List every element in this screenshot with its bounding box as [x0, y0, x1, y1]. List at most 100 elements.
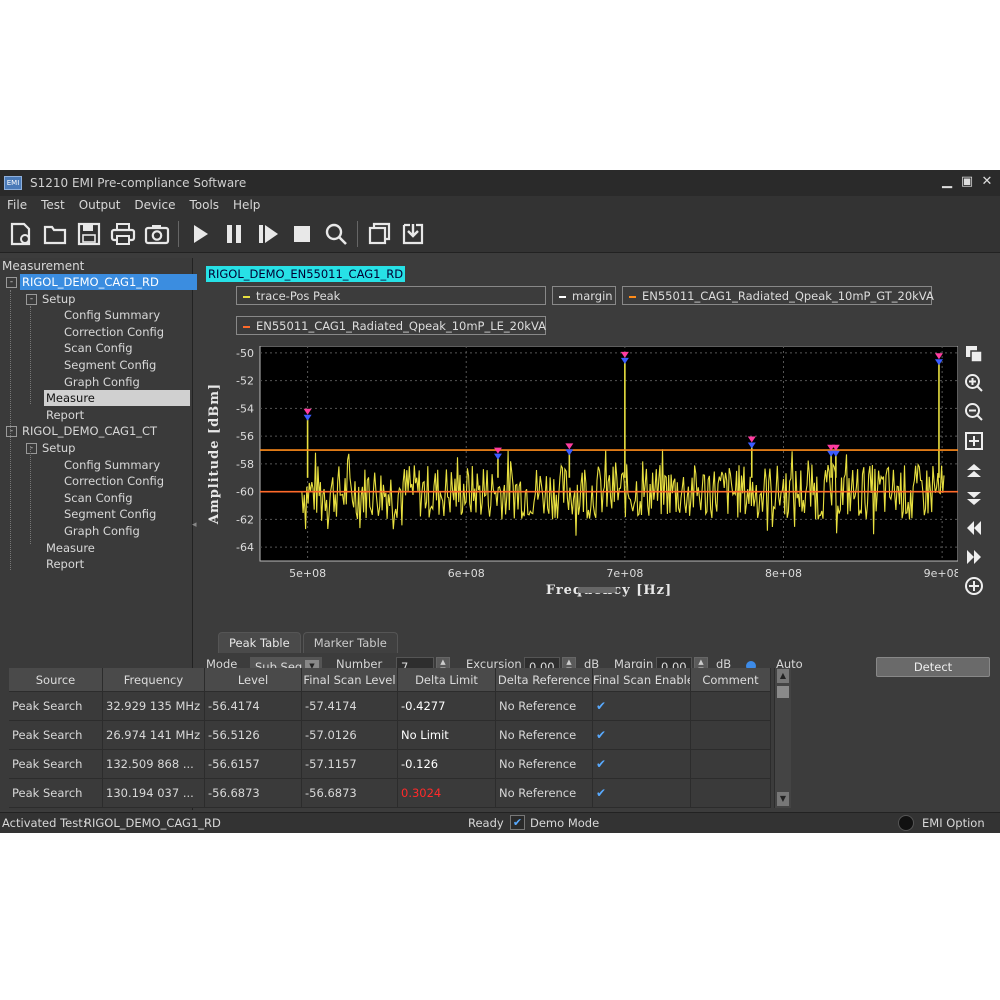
- tab-peak-table[interactable]: Peak Table: [218, 632, 301, 653]
- window-button[interactable]: [362, 218, 396, 250]
- plot-area: [259, 346, 958, 562]
- fit-button[interactable]: [964, 431, 984, 451]
- stop-icon: [294, 226, 310, 242]
- tree-item[interactable]: Segment Config: [62, 357, 158, 373]
- column-header[interactable]: Delta Limit: [398, 668, 496, 692]
- table-cell-level: -56.6157: [205, 750, 302, 779]
- tree-item[interactable]: Correction Config: [62, 324, 166, 340]
- screenshot-button[interactable]: [140, 218, 174, 250]
- legend-label: EN55011_CAG1_Radiated_Qpeak_10mP_GT_20kV…: [642, 289, 934, 303]
- tree-item[interactable]: Scan Config: [62, 490, 135, 506]
- camera-icon: [144, 225, 170, 245]
- save-button[interactable]: [72, 218, 106, 250]
- menu-tools[interactable]: Tools: [182, 196, 226, 216]
- table-cell-level: -56.4174: [205, 692, 302, 721]
- tree-item[interactable]: Report: [44, 407, 86, 423]
- tree-item[interactable]: Correction Config: [62, 473, 166, 489]
- tree-item[interactable]: Graph Config: [62, 523, 142, 539]
- export-button[interactable]: [396, 218, 430, 250]
- ready-status: Ready: [468, 816, 504, 830]
- print-button[interactable]: [106, 218, 140, 250]
- tree-item[interactable]: RIGOL_DEMO_CAG1_CT: [20, 423, 159, 439]
- printer-icon: [110, 223, 136, 245]
- tree-item[interactable]: Setup: [40, 440, 77, 456]
- minimize-icon[interactable]: ▁: [940, 174, 954, 190]
- chart-resize-handle[interactable]: [578, 587, 616, 593]
- scroll-up-button[interactable]: [964, 460, 984, 480]
- table-cell-final-scan-level: -57.1157: [302, 750, 398, 779]
- pause-button[interactable]: [217, 218, 251, 250]
- table-cell-comment: [691, 779, 771, 808]
- tree-expand-toggle[interactable]: -: [26, 293, 37, 305]
- scroll-up-arrow-icon[interactable]: ▲: [777, 669, 789, 683]
- column-header[interactable]: Comment: [691, 668, 771, 692]
- column-header[interactable]: Final Scan Enable: [593, 668, 691, 692]
- toolbar: [0, 216, 1000, 253]
- tree-item[interactable]: Config Summary: [62, 307, 162, 323]
- y-tick-label: -52: [236, 375, 254, 388]
- tree-expand-toggle[interactable]: -: [26, 443, 37, 454]
- copy-icon: [966, 346, 983, 363]
- open-button[interactable]: [38, 218, 72, 250]
- window-icon: [368, 222, 391, 245]
- app-window: EMI S1210 EMI Pre-compliance Software ▁ …: [0, 170, 1000, 833]
- column-header[interactable]: Final Scan Level: [302, 668, 398, 692]
- menu-device[interactable]: Device: [127, 196, 182, 216]
- scroll-left-button[interactable]: [964, 518, 984, 538]
- demo-mode-checkbox[interactable]: ✔: [510, 815, 525, 830]
- step-button[interactable]: [251, 218, 285, 250]
- tree-item[interactable]: Measure: [44, 390, 190, 407]
- table-scrollbar[interactable]: ▲ ▼: [774, 668, 791, 808]
- stop-button[interactable]: [285, 218, 319, 250]
- play-icon: [194, 225, 208, 243]
- table-cell-enable[interactable]: ✔: [593, 692, 691, 721]
- table-cell-enable[interactable]: ✔: [593, 721, 691, 750]
- zoom-in-button[interactable]: [964, 373, 984, 393]
- tree-item[interactable]: Graph Config: [62, 374, 142, 390]
- menu-test[interactable]: Test: [34, 196, 72, 216]
- scroll-down-arrow-icon[interactable]: ▼: [777, 792, 789, 806]
- new-file-icon: [10, 222, 31, 246]
- tree-connector: [10, 290, 11, 430]
- tab-marker-table[interactable]: Marker Table: [302, 632, 398, 653]
- table-cell-enable[interactable]: ✔: [593, 779, 691, 808]
- legend-swatch: [559, 295, 566, 298]
- table-cell-comment: [691, 750, 771, 779]
- table-cell-level: -56.5126: [205, 721, 302, 750]
- scroll-thumb[interactable]: [777, 686, 789, 698]
- tree-item[interactable]: Measure: [44, 540, 97, 556]
- table-cell-frequency: 132.509 868 ...: [103, 750, 205, 779]
- search-button[interactable]: [319, 218, 353, 250]
- run-button[interactable]: [183, 218, 217, 250]
- tree-expand-toggle[interactable]: -: [6, 426, 17, 438]
- column-header[interactable]: Level: [205, 668, 302, 692]
- tree-item[interactable]: Segment Config: [62, 506, 158, 522]
- tree-item[interactable]: Setup: [40, 291, 77, 307]
- pause-icon: [227, 225, 241, 243]
- new-test-button[interactable]: [4, 218, 38, 250]
- tree-item[interactable]: RIGOL_DEMO_CAG1_RD: [20, 274, 197, 290]
- spectrum-chart[interactable]: -50 -52 -54 -56 -58 -60 -62 -64 5e+08 6e+08 7e+08 8…: [198, 346, 958, 606]
- scroll-right-button[interactable]: [964, 547, 984, 567]
- copy-chart-button[interactable]: [964, 344, 984, 364]
- menu-help[interactable]: Help: [226, 196, 267, 216]
- tree-item[interactable]: Scan Config: [62, 340, 135, 356]
- add-marker-button[interactable]: [964, 576, 984, 596]
- scroll-down-button[interactable]: [964, 489, 984, 509]
- zoom-out-button[interactable]: [964, 402, 984, 422]
- tree-connector: [30, 446, 31, 544]
- maximize-icon[interactable]: ▣: [960, 174, 974, 190]
- tree-item[interactable]: Config Summary: [62, 457, 162, 473]
- tree-expand-toggle[interactable]: -: [6, 277, 17, 288]
- table-cell-enable[interactable]: ✔: [593, 750, 691, 779]
- table-cell-final-scan-level: -57.0126: [302, 721, 398, 750]
- column-header[interactable]: Delta Reference: [496, 668, 593, 692]
- menu-file[interactable]: File: [0, 196, 34, 216]
- column-header[interactable]: Frequency: [103, 668, 205, 692]
- table-cell-source: Peak Search: [9, 692, 103, 721]
- detect-button[interactable]: Detect: [876, 657, 990, 677]
- menu-output[interactable]: Output: [72, 196, 128, 216]
- close-icon[interactable]: ✕: [980, 174, 994, 190]
- tree-item[interactable]: Report: [44, 556, 86, 572]
- column-header[interactable]: Source: [9, 668, 103, 692]
